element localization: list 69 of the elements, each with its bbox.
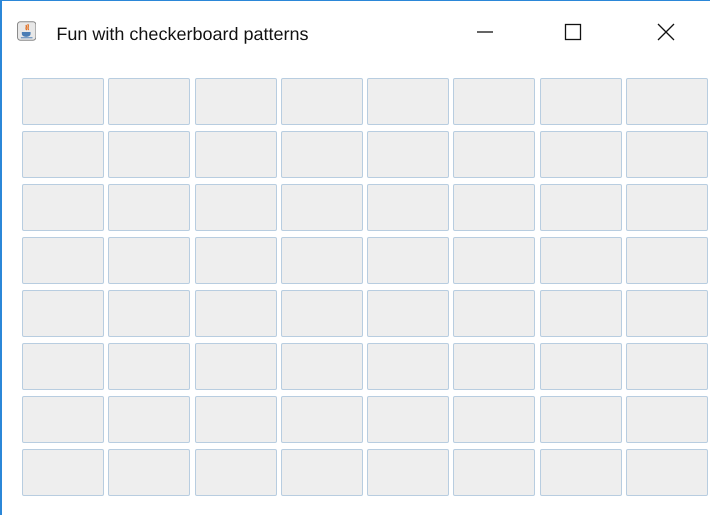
board-square[interactable] xyxy=(540,184,622,231)
board-square[interactable] xyxy=(194,78,277,125)
board-square[interactable] xyxy=(108,343,190,390)
board-square[interactable] xyxy=(194,131,277,178)
board-square[interactable] xyxy=(22,343,104,390)
board-square[interactable] xyxy=(540,449,622,496)
board-square[interactable] xyxy=(367,290,450,337)
board-square[interactable] xyxy=(626,78,708,125)
board-square[interactable] xyxy=(367,396,450,443)
board-square[interactable] xyxy=(540,131,622,178)
board-square[interactable] xyxy=(626,449,708,496)
window-title: Fun with checkerboard patterns xyxy=(56,23,310,46)
board-square[interactable] xyxy=(540,237,622,284)
board-square[interactable] xyxy=(453,290,536,337)
board-square[interactable] xyxy=(540,343,622,390)
board-square[interactable] xyxy=(453,343,536,390)
board-square[interactable] xyxy=(22,78,104,125)
board-square[interactable] xyxy=(280,396,363,443)
board-square[interactable] xyxy=(280,131,363,178)
board-square[interactable] xyxy=(367,237,450,284)
board-square[interactable] xyxy=(280,449,363,496)
close-icon xyxy=(657,23,675,41)
board-square[interactable] xyxy=(453,78,536,125)
board-square[interactable] xyxy=(626,237,708,284)
board-square[interactable] xyxy=(194,237,277,284)
maximize-icon xyxy=(564,23,582,41)
board-square[interactable] xyxy=(280,184,363,231)
board-square[interactable] xyxy=(22,290,104,337)
board-square[interactable] xyxy=(367,343,450,390)
board-square[interactable] xyxy=(22,237,104,284)
board-square[interactable] xyxy=(22,184,104,231)
board-square[interactable] xyxy=(453,184,536,231)
board-square[interactable] xyxy=(453,449,536,496)
board-square[interactable] xyxy=(626,131,708,178)
board-square[interactable] xyxy=(108,184,190,231)
board-square[interactable] xyxy=(22,131,104,178)
board-square[interactable] xyxy=(280,290,363,337)
board-square[interactable] xyxy=(367,78,450,125)
board-square[interactable] xyxy=(626,184,708,231)
board-square[interactable] xyxy=(194,396,277,443)
board-square[interactable] xyxy=(280,78,363,125)
app-icon xyxy=(17,21,36,41)
board-square[interactable] xyxy=(367,131,450,178)
board-square[interactable] xyxy=(194,449,277,496)
board-square[interactable] xyxy=(108,78,190,125)
board-square[interactable] xyxy=(194,184,277,231)
board-square[interactable] xyxy=(453,237,536,284)
board-square[interactable] xyxy=(108,449,190,496)
board-square[interactable] xyxy=(108,131,190,178)
board-square[interactable] xyxy=(540,78,622,125)
board-square[interactable] xyxy=(626,343,708,390)
board-square[interactable] xyxy=(540,290,622,337)
minimize-icon xyxy=(476,31,494,33)
board-square[interactable] xyxy=(626,396,708,443)
board-square[interactable] xyxy=(367,184,450,231)
board-square[interactable] xyxy=(367,449,450,496)
board-square[interactable] xyxy=(194,343,277,390)
board-square[interactable] xyxy=(626,290,708,337)
board-square[interactable] xyxy=(194,290,277,337)
board-square[interactable] xyxy=(453,396,536,443)
board-square[interactable] xyxy=(280,343,363,390)
board-square[interactable] xyxy=(22,396,104,443)
board-square[interactable] xyxy=(280,237,363,284)
board-square[interactable] xyxy=(540,396,622,443)
board-square[interactable] xyxy=(453,131,536,178)
board-square[interactable] xyxy=(108,290,190,337)
board-square[interactable] xyxy=(108,237,190,284)
board-square[interactable] xyxy=(108,396,190,443)
board-square[interactable] xyxy=(22,449,104,496)
